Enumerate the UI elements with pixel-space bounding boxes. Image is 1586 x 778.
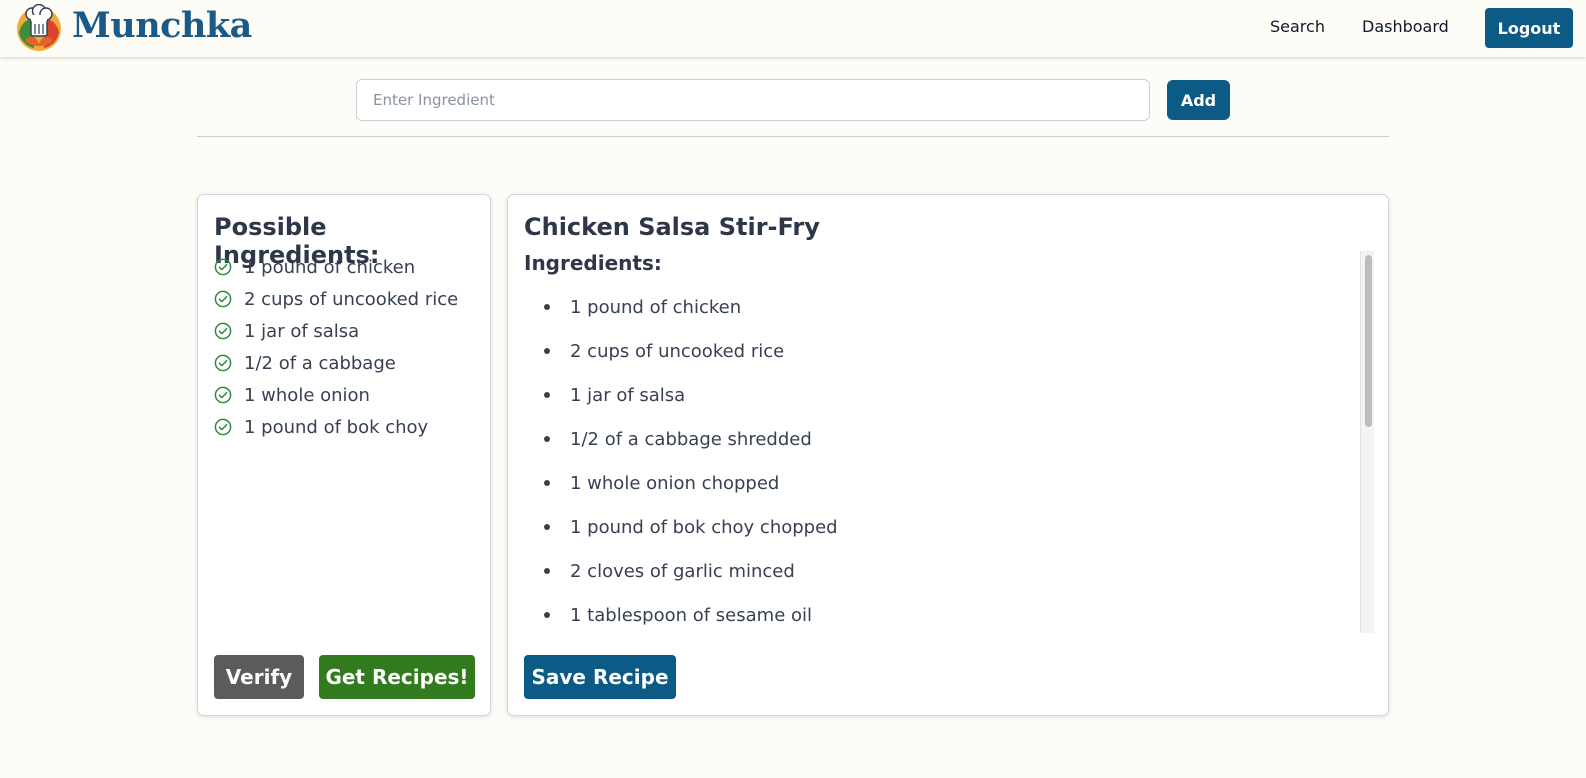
recipe-ingredient-text: 1 tablespoon of sesame oil (570, 604, 812, 626)
check-circle-icon (214, 258, 232, 276)
bullet-icon (544, 436, 550, 442)
bullet-icon (544, 524, 550, 530)
brand-name[interactable]: Munchka (72, 5, 252, 46)
check-circle-icon (214, 290, 232, 308)
list-item: 1/2 of a cabbage shredded (524, 417, 838, 461)
ingredient-text: 1 jar of salsa (244, 320, 360, 342)
list-item: 1 pound of chicken (524, 285, 838, 329)
list-item: 1 pound of chicken (214, 251, 458, 283)
list-item: 1 jar of salsa (214, 315, 458, 347)
ingredient-text: 1 whole onion (244, 384, 370, 406)
check-circle-icon (214, 418, 232, 436)
recipe-title: Chicken Salsa Stir-Fry (524, 213, 820, 241)
bullet-icon (544, 612, 550, 618)
ingredient-text: 1 pound of bok choy (244, 416, 429, 438)
list-item: 1 jar of salsa (524, 373, 838, 417)
ingredient-input[interactable] (356, 79, 1150, 121)
bullet-icon (544, 392, 550, 398)
ingredient-text: 1 pound of chicken (244, 256, 416, 278)
possible-ingredients-list: 1 pound of chicken 2 cups of uncooked ri… (214, 251, 458, 443)
bullet-icon (544, 568, 550, 574)
check-circle-icon (214, 354, 232, 372)
nav-search-link[interactable]: Search (1270, 17, 1325, 36)
bullet-icon (544, 304, 550, 310)
recipe-panel: Chicken Salsa Stir-Fry Ingredients: 1 po… (507, 194, 1389, 716)
recipe-ingredient-text: 1 whole onion chopped (570, 472, 780, 494)
list-item: 1 tablespoon of sesame oil (524, 593, 838, 633)
get-recipes-button[interactable]: Get Recipes! (319, 655, 475, 699)
recipe-ingredient-text: 1 jar of salsa (570, 384, 686, 406)
ingredient-text: 2 cups of uncooked rice (244, 288, 459, 310)
add-ingredient-button[interactable]: Add (1167, 80, 1230, 120)
ingredients-heading: Ingredients: (524, 251, 662, 275)
ingredient-text: 1/2 of a cabbage (244, 352, 396, 374)
recipe-scroll-area[interactable]: Ingredients: 1 pound of chicken 2 cups o… (524, 251, 1376, 633)
recipe-scrollbar[interactable] (1360, 251, 1374, 633)
recipe-ingredient-text: 1 pound of chicken (570, 296, 742, 318)
bullet-icon (544, 480, 550, 486)
section-divider (197, 136, 1389, 137)
list-item: 1 pound of bok choy chopped (524, 505, 838, 549)
recipe-ingredient-text: 1 pound of bok choy chopped (570, 516, 838, 538)
list-item: 1 whole onion (214, 379, 458, 411)
list-item: 1 pound of bok choy (214, 411, 458, 443)
verify-button[interactable]: Verify (214, 655, 304, 699)
chef-hat-logo-icon[interactable] (14, 3, 64, 52)
list-item: 2 cloves of garlic minced (524, 549, 838, 593)
check-circle-icon (214, 322, 232, 340)
recipe-ingredient-text: 2 cloves of garlic minced (570, 560, 795, 582)
bullet-icon (544, 348, 550, 354)
recipe-ingredient-text: 1/2 of a cabbage shredded (570, 428, 812, 450)
list-item: 2 cups of uncooked rice (214, 283, 458, 315)
list-item: 1 whole onion chopped (524, 461, 838, 505)
logout-button[interactable]: Logout (1485, 8, 1573, 48)
recipe-ingredient-text: 2 cups of uncooked rice (570, 340, 785, 362)
save-recipe-button[interactable]: Save Recipe (524, 655, 676, 699)
list-item: 2 cups of uncooked rice (524, 329, 838, 373)
list-item: 1/2 of a cabbage (214, 347, 458, 379)
scrollbar-thumb[interactable] (1365, 255, 1372, 427)
top-navigation-bar: Munchka Search Dashboard Logout (0, 0, 1586, 57)
check-circle-icon (214, 386, 232, 404)
possible-ingredients-panel: Possible Ingredients: 1 pound of chicken… (197, 194, 491, 716)
recipe-ingredients-list: 1 pound of chicken 2 cups of uncooked ri… (524, 285, 838, 633)
nav-dashboard-link[interactable]: Dashboard (1362, 17, 1449, 36)
